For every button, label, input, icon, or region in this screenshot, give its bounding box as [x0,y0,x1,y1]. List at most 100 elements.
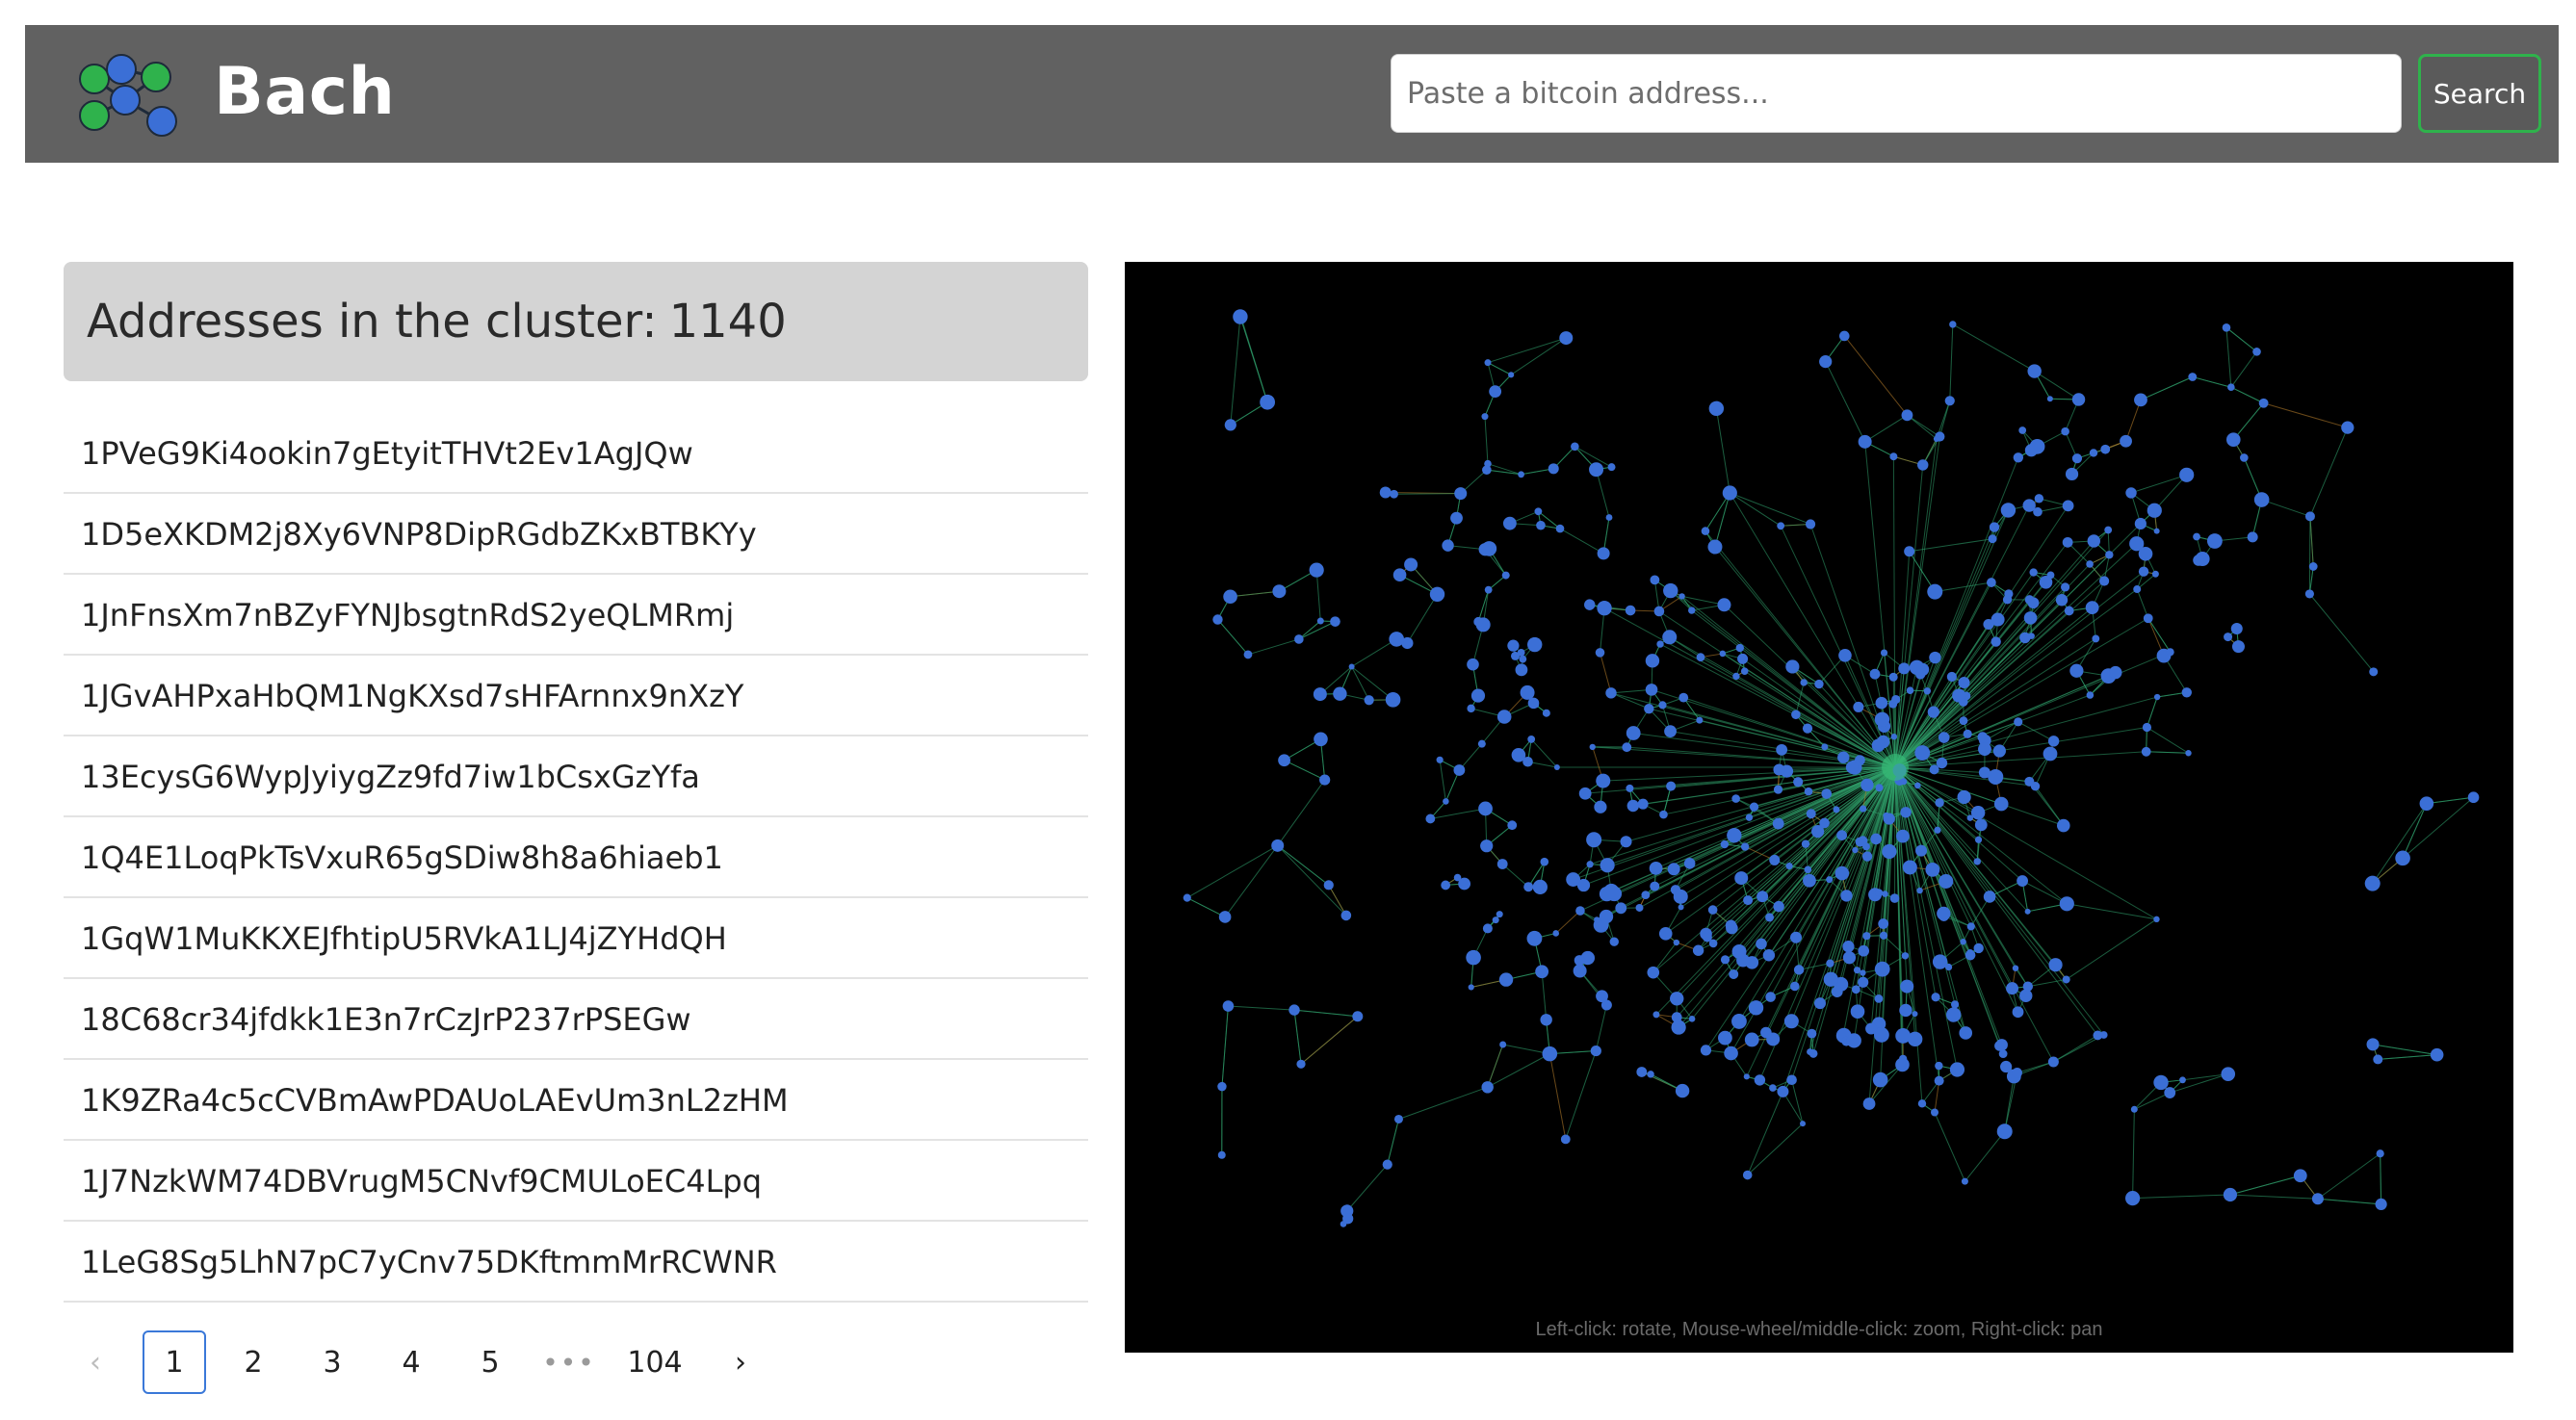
graph-node[interactable] [1319,774,1331,786]
graph-node[interactable] [2093,1030,2103,1041]
graph-node[interactable] [2341,421,2355,434]
graph-node[interactable] [2138,546,2153,561]
graph-node[interactable] [1296,1059,1306,1069]
graph-node[interactable] [2221,1067,2236,1081]
graph-node[interactable] [1553,763,1560,770]
graph-node[interactable] [2419,796,2434,811]
graph-node[interactable] [1233,309,1248,324]
graph-node[interactable] [1935,1061,1943,1071]
graph-node[interactable] [2105,551,2114,559]
graph-node[interactable] [1929,651,1941,664]
graph-node[interactable] [2134,517,2147,530]
graph-node[interactable] [1658,927,1673,941]
graph-node[interactable] [1970,806,1986,820]
graph-node[interactable] [1649,862,1663,875]
graph-node[interactable] [1842,951,1857,965]
address-list-item[interactable]: 1Q4E1LoqPkTsVxuR65gSDiw8h8a6hiaeb1 [64,817,1088,898]
graph-node[interactable] [1527,736,1536,743]
graph-node[interactable] [1636,1067,1648,1077]
graph-node[interactable] [1473,616,1484,627]
graph-node[interactable] [1785,659,1800,674]
graph-node[interactable] [1480,839,1494,853]
graph-node[interactable] [1519,655,1527,663]
graph-node[interactable] [1826,959,1834,968]
graph-node[interactable] [1777,522,1785,530]
graph-node[interactable] [1566,872,1581,887]
graph-node[interactable] [2138,566,2149,577]
graph-node[interactable] [1313,687,1327,702]
graph-node[interactable] [1995,1039,2008,1051]
graph-node[interactable] [1845,761,1859,774]
graph-node[interactable] [1658,701,1667,710]
graph-node[interactable] [2019,632,2031,644]
graph-node[interactable] [2100,444,2111,454]
graph-node[interactable] [2130,1105,2138,1113]
graph-node[interactable] [1991,636,2001,647]
graph-node[interactable] [1484,359,1492,367]
graph-node[interactable] [1957,789,1971,805]
graph-node[interactable] [1656,640,1664,648]
graph-node[interactable] [1478,801,1493,816]
graph-node[interactable] [1652,1011,1660,1019]
graph-node[interactable] [1773,900,1784,913]
graph-node[interactable] [1294,634,1304,644]
graph-node[interactable] [2223,1187,2238,1202]
graph-node[interactable] [1650,881,1660,891]
page-last-button[interactable]: 104 [616,1330,693,1394]
graph-node[interactable] [1626,726,1641,740]
graph-node[interactable] [1183,893,1191,902]
graph-node[interactable] [1803,873,1816,888]
graph-node[interactable] [1756,938,1767,950]
graph-node[interactable] [1323,880,1334,891]
graph-node[interactable] [1772,817,1784,830]
graph-node[interactable] [1882,891,1888,897]
page-4-button[interactable]: 4 [379,1330,443,1394]
graph-node[interactable] [2071,453,2083,464]
graph-node[interactable] [1590,1045,1601,1057]
graph-node[interactable] [1838,649,1852,662]
graph-node[interactable] [2109,665,2122,680]
graph-node[interactable] [1804,787,1813,796]
graph-node[interactable] [1978,742,1991,757]
graph-node[interactable] [1731,1014,1747,1029]
graph-node[interactable] [1790,931,1803,943]
graph-node[interactable] [1609,937,1619,946]
graph-node[interactable] [1860,778,1874,792]
graph-node[interactable] [1846,1033,1861,1048]
graph-node[interactable] [2019,989,2033,1003]
graph-node[interactable] [1744,1032,1759,1047]
graph-node[interactable] [2369,667,2379,677]
graph-node[interactable] [1641,891,1651,900]
graph-node[interactable] [1702,932,1712,942]
graph-node[interactable] [1620,836,1632,848]
graph-node[interactable] [1917,459,1929,471]
graph-node[interactable] [1708,400,1725,417]
graph-node[interactable] [2092,634,2100,643]
graph-node[interactable] [2043,746,2058,762]
graph-node[interactable] [1751,805,1757,812]
graph-node[interactable] [1879,931,1888,940]
graph-node[interactable] [1429,586,1445,602]
graph-node[interactable] [1217,1081,1227,1092]
graph-node[interactable] [1899,1003,1912,1018]
graph-node[interactable] [1454,487,1468,501]
graph-node[interactable] [1946,671,1957,683]
graph-node[interactable] [1700,1045,1712,1056]
graph-node[interactable] [2086,691,2095,699]
graph-node[interactable] [1507,639,1520,652]
graph-hub-node[interactable] [1882,754,1909,781]
graph-node[interactable] [1842,941,1855,953]
graph-node[interactable] [1594,800,1607,813]
graph-node[interactable] [1696,653,1705,662]
graph-node[interactable] [2293,1169,2307,1183]
graph-node[interactable] [1575,906,1585,916]
graph-node[interactable] [1501,571,1510,580]
graph-node[interactable] [1790,981,1800,992]
graph-node[interactable] [1316,617,1324,625]
graph-node[interactable] [1934,826,1941,834]
graph-node[interactable] [1671,1020,1686,1035]
graph-node[interactable] [1800,1121,1807,1127]
graph-node[interactable] [2024,908,2031,915]
graph-node[interactable] [1740,842,1750,851]
graph-node[interactable] [2062,536,2073,548]
